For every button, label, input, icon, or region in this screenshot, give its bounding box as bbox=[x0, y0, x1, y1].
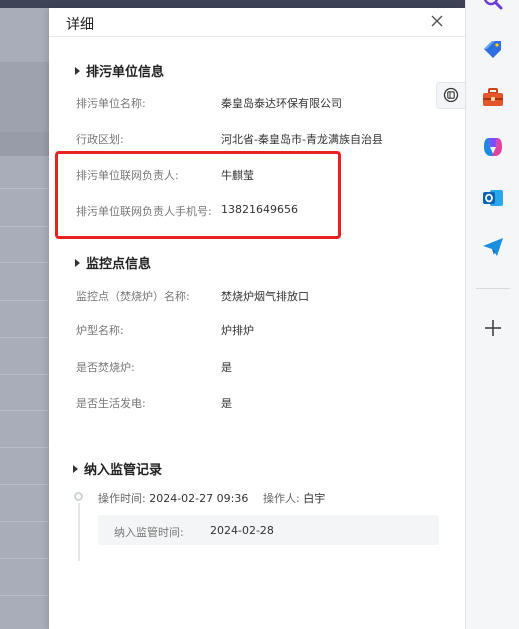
background-row-divider bbox=[0, 558, 50, 559]
drawer-title: 详细 bbox=[66, 17, 94, 33]
collapse-triangle-icon bbox=[75, 259, 80, 267]
background-topbar bbox=[0, 0, 465, 8]
is-incinerator-label: 是否焚烧炉: bbox=[76, 361, 135, 374]
furnace-type-label: 炉型名称: bbox=[76, 324, 124, 337]
contact-phone-label: 排污单位联网负责人手机号: bbox=[76, 205, 212, 218]
timeline-dot bbox=[74, 492, 83, 501]
region-label: 行政区划: bbox=[76, 133, 124, 146]
send-icon[interactable] bbox=[481, 235, 505, 259]
monitor-name-label: 监控点（焚烧炉）名称: bbox=[76, 290, 190, 303]
section-unit-info-title[interactable]: 排污单位信息 bbox=[75, 61, 164, 80]
region-value: 河北省-秦皇岛市-青龙满族自治县 bbox=[221, 133, 383, 146]
background-row-divider bbox=[0, 188, 50, 189]
contact-person-value: 牛麒莹 bbox=[221, 169, 254, 182]
sidebar-divider bbox=[476, 288, 510, 289]
toolbox-icon[interactable] bbox=[481, 86, 505, 110]
detail-drawer: 详细 排污单位信息 排污单位名称: 秦皇岛泰达环保有限公司 行政区划: 河北省-… bbox=[49, 8, 465, 629]
background-row-divider bbox=[0, 410, 50, 411]
supervision-record-card: 纳入监管时间: 2024-02-28 bbox=[98, 515, 439, 545]
side-panel-toggle-button[interactable] bbox=[436, 82, 465, 109]
close-icon[interactable] bbox=[429, 13, 445, 29]
operator: 操作人: 白宇 bbox=[263, 490, 325, 506]
drawer-header: 详细 bbox=[49, 8, 465, 37]
monitor-name-value: 焚烧炉烟气排放口 bbox=[221, 290, 309, 303]
background-row-divider bbox=[0, 337, 50, 338]
outlook-icon[interactable] bbox=[481, 186, 505, 210]
section-supervision-title[interactable]: 纳入监管记录 bbox=[73, 459, 162, 478]
add-icon[interactable] bbox=[481, 316, 505, 340]
background-selected-row bbox=[0, 132, 50, 156]
unit-name-value: 秦皇岛泰达环保有限公司 bbox=[221, 97, 342, 110]
background-row-divider bbox=[0, 521, 50, 522]
background-row-divider bbox=[0, 300, 50, 301]
operator-value: 白宇 bbox=[303, 492, 326, 505]
search-icon[interactable] bbox=[481, 0, 505, 12]
contact-person-label: 排污单位联网负责人: bbox=[76, 169, 179, 182]
operation-time: 操作时间: 2024-02-27 09:36 bbox=[98, 490, 248, 506]
furnace-type-value: 炉排炉 bbox=[221, 324, 254, 337]
is-power-generation-label: 是否生活发电: bbox=[76, 397, 146, 410]
collapse-triangle-icon bbox=[73, 465, 78, 473]
section-title-text: 监控点信息 bbox=[86, 257, 152, 272]
unit-name-label: 排污单位名称: bbox=[76, 97, 146, 110]
operation-time-label: 操作时间: bbox=[98, 492, 146, 505]
panel-icon bbox=[443, 87, 459, 103]
contact-phone-value: 13821649656 bbox=[221, 203, 298, 216]
operator-label: 操作人: bbox=[263, 492, 300, 505]
copilot-icon[interactable] bbox=[481, 135, 505, 159]
is-power-generation-value: 是 bbox=[221, 397, 232, 410]
background-row-divider bbox=[0, 226, 50, 227]
app-sidebar bbox=[465, 0, 519, 629]
timeline-line bbox=[78, 503, 80, 561]
highlight-box bbox=[55, 151, 341, 239]
collapse-triangle-icon bbox=[75, 67, 80, 75]
background-row-divider bbox=[0, 595, 50, 596]
section-monitor-info-title[interactable]: 监控点信息 bbox=[75, 253, 151, 272]
operation-time-value: 2024-02-27 09:36 bbox=[149, 492, 249, 505]
section-title-text: 排污单位信息 bbox=[86, 65, 165, 80]
background-header bbox=[0, 62, 50, 132]
background-row-divider bbox=[0, 262, 50, 263]
supervise-time-value: 2024-02-28 bbox=[210, 524, 274, 537]
background-row-divider bbox=[0, 447, 50, 448]
tag-icon[interactable] bbox=[481, 37, 505, 61]
supervise-time-label: 纳入监管时间: bbox=[114, 526, 184, 539]
section-title-text: 纳入监管记录 bbox=[84, 463, 163, 478]
background-row-divider bbox=[0, 374, 50, 375]
is-incinerator-value: 是 bbox=[221, 361, 232, 374]
background-row-divider bbox=[0, 484, 50, 485]
